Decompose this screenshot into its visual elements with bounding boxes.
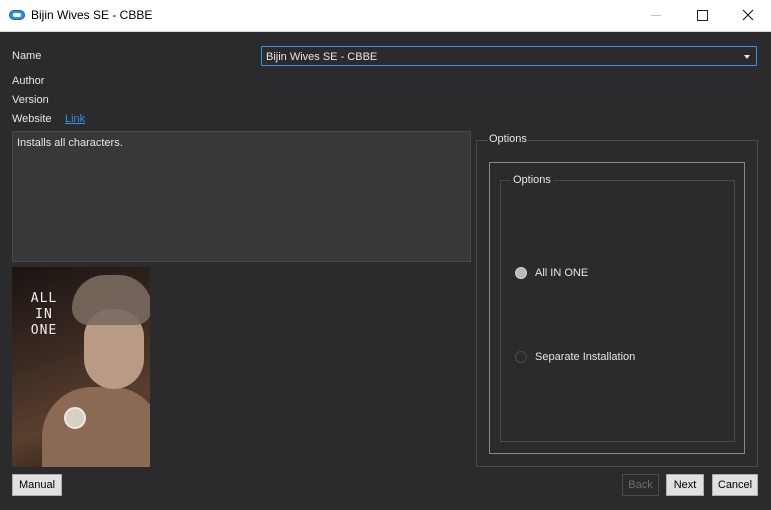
minimize-icon xyxy=(651,15,661,16)
radio-separate-installation-label[interactable]: Separate Installation xyxy=(535,351,635,363)
version-label: Version xyxy=(12,94,49,106)
radio-separate-installation[interactable] xyxy=(515,351,527,363)
website-link[interactable]: Link xyxy=(65,113,85,125)
preview-overlay-text: ALL IN ONE xyxy=(30,291,58,338)
preview-figure-hat xyxy=(72,275,150,325)
radio-all-in-one[interactable] xyxy=(515,267,527,279)
maximize-button[interactable] xyxy=(679,0,725,31)
next-button[interactable]: Next xyxy=(666,474,704,496)
website-label: Website xyxy=(12,113,52,125)
preview-figure-shoulders xyxy=(42,387,150,467)
cancel-button[interactable]: Cancel xyxy=(712,474,758,496)
window-title: Bijin Wives SE - CBBE xyxy=(31,8,153,22)
name-dropdown-value: Bijin Wives SE - CBBE xyxy=(266,51,378,63)
back-button[interactable]: Back xyxy=(622,474,659,496)
close-button[interactable] xyxy=(725,0,771,31)
title-bar: Bijin Wives SE - CBBE xyxy=(0,0,771,32)
name-label: Name xyxy=(12,50,42,62)
options-group-outer-title: Options xyxy=(488,133,528,145)
description-box[interactable]: Installs all characters. xyxy=(12,131,471,262)
preview-figure-pendant xyxy=(64,407,86,429)
preview-image: ALL IN ONE xyxy=(12,267,150,467)
maximize-icon xyxy=(697,10,708,21)
radio-all-in-one-label[interactable]: All IN ONE xyxy=(535,267,588,279)
options-group-inner xyxy=(500,180,735,442)
author-label: Author xyxy=(12,75,45,87)
chevron-down-icon xyxy=(744,55,750,59)
name-dropdown[interactable]: Bijin Wives SE - CBBE xyxy=(261,46,757,66)
manual-button[interactable]: Manual xyxy=(12,474,62,496)
app-logo-icon xyxy=(9,10,25,20)
description-text: Installs all characters. xyxy=(17,137,123,149)
minimize-button[interactable] xyxy=(633,0,679,31)
options-group-inner-title: Options xyxy=(511,174,553,186)
close-icon xyxy=(742,9,754,21)
